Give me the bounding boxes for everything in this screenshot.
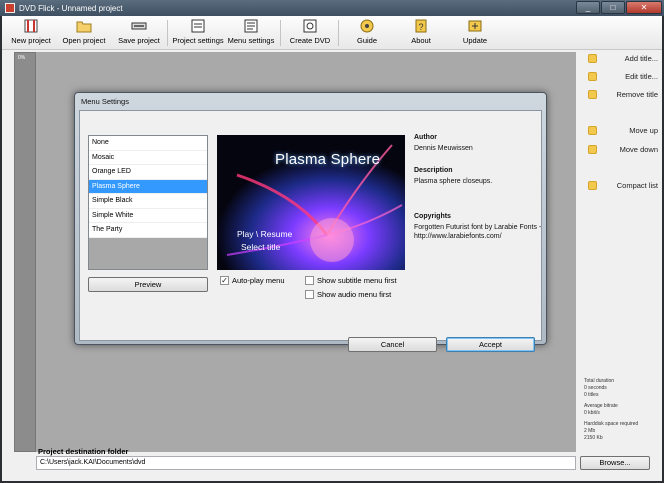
minimize-button[interactable]: _ (576, 1, 600, 14)
new-project-button[interactable]: New project (10, 18, 52, 48)
toolbar: New project Open project Save project Pr… (2, 16, 662, 50)
preview-select-title: Select title (241, 242, 281, 252)
list-item[interactable]: Simple White (89, 208, 207, 223)
browse-button[interactable]: Browse... (580, 456, 650, 470)
description-value: Plasma sphere closeups. (414, 178, 493, 185)
window-titlebar: DVD Flick - Unnamed project _ □ ✕ (0, 0, 664, 16)
arrow-down-icon (588, 144, 597, 154)
menu-settings-button[interactable]: Menu settings (227, 18, 275, 48)
author-value: Dennis Meuwissen (414, 145, 473, 152)
window-controls: _ □ ✕ (576, 1, 662, 14)
toolbar-separator (167, 20, 168, 46)
audio-first-checkbox[interactable]: Show audio menu first (305, 290, 391, 299)
checkbox-icon[interactable] (305, 290, 314, 299)
guide-icon (360, 19, 374, 33)
save-project-button[interactable]: Save project (116, 18, 162, 48)
dialog-body: None Mosaic Orange LED Plasma Sphere Sim… (79, 110, 542, 352)
total-duration-seconds: 0 seconds (584, 385, 607, 391)
window-title: DVD Flick - Unnamed project (19, 3, 123, 13)
about-icon: ? (415, 19, 427, 33)
progress-strip: 0% (14, 52, 36, 452)
edit-title-button[interactable]: Edit title... (588, 70, 658, 82)
autoplay-checkbox[interactable]: ✓ Auto-play menu (220, 276, 285, 285)
total-duration-label: Total duration (584, 378, 615, 384)
list-item[interactable]: None (89, 136, 207, 151)
list-item[interactable]: Simple Black (89, 194, 207, 209)
add-title-button[interactable]: Add title... (588, 52, 658, 64)
maximize-button[interactable]: □ (601, 1, 625, 14)
minus-icon (588, 89, 597, 99)
list-item[interactable]: Orange LED (89, 165, 207, 180)
menu-preview-image: Plasma Sphere Play \ Resume Select title (217, 135, 405, 270)
create-dvd-icon (303, 19, 317, 33)
save-icon (131, 22, 147, 30)
destination-folder-input[interactable]: C:\Users\jack.KAI\Documents\dvd (36, 456, 576, 470)
avg-bitrate-label: Average bitrate (584, 403, 618, 409)
remove-title-button[interactable]: Remove title (588, 88, 658, 100)
avg-bitrate-value: 0 kbit/s (584, 410, 600, 416)
cancel-button[interactable]: Cancel (348, 337, 437, 352)
dialog-title: Menu Settings (81, 97, 129, 106)
destination-folder-label: Project destination folder (38, 447, 129, 456)
move-down-button[interactable]: Move down (588, 143, 658, 155)
edit-icon (588, 71, 597, 81)
progress-percent: 0% (18, 55, 26, 61)
app-icon (5, 3, 15, 13)
project-settings-icon (191, 19, 205, 33)
accept-button[interactable]: Accept (446, 337, 535, 352)
subtitle-first-checkbox[interactable]: Show subtitle menu first (305, 276, 397, 285)
list-item[interactable]: Mosaic (89, 150, 207, 165)
project-stats: Total duration 0 seconds 0 titles Averag… (584, 378, 660, 442)
guide-button[interactable]: Guide (352, 18, 382, 48)
toolbar-separator (338, 20, 339, 46)
preview-play-resume: Play \ Resume (237, 229, 293, 239)
list-item-selected[interactable]: Plasma Sphere (89, 179, 207, 194)
open-folder-icon (76, 21, 92, 33)
total-duration-titles: 0 titles (584, 392, 599, 398)
copyrights-label: Copyrights (414, 213, 451, 220)
menu-theme-list[interactable]: None Mosaic Orange LED Plasma Sphere Sim… (88, 135, 208, 270)
list-item[interactable]: The Party (89, 223, 207, 238)
open-project-button[interactable]: Open project (60, 18, 108, 48)
project-settings-button[interactable]: Project settings (171, 18, 225, 48)
harddisk-mb: 2 Mb (584, 428, 596, 434)
create-dvd-button[interactable]: Create DVD (288, 18, 332, 48)
move-up-button[interactable]: Move up (588, 124, 658, 136)
update-icon (468, 20, 482, 32)
preview-button[interactable]: Preview (88, 277, 208, 292)
menu-settings-dialog: Menu Settings None Mosaic Orange LED Pla… (74, 92, 547, 352)
author-label: Author (414, 134, 437, 141)
arrow-up-icon (588, 125, 597, 135)
preview-menu-title: Plasma Sphere (275, 151, 381, 168)
copyrights-value: Forgotten Futurist font by Larabie Fonts… (414, 224, 542, 240)
update-button[interactable]: Update (458, 18, 492, 48)
checkbox-icon[interactable] (305, 276, 314, 285)
menu-settings-icon (244, 19, 258, 33)
harddisk-kb: 2150 Kb (584, 435, 603, 441)
plus-icon (588, 53, 597, 63)
compact-list-icon (588, 180, 597, 190)
new-project-icon (24, 19, 38, 33)
close-button[interactable]: ✕ (626, 1, 662, 14)
compact-list-button[interactable]: Compact list (588, 179, 658, 191)
toolbar-separator (280, 20, 281, 46)
harddisk-label: Harddisk space required (584, 421, 639, 427)
about-button[interactable]: ? About (406, 18, 436, 48)
description-label: Description (414, 167, 453, 174)
svg-text:?: ? (418, 22, 423, 32)
checkbox-checked-icon[interactable]: ✓ (220, 276, 229, 285)
